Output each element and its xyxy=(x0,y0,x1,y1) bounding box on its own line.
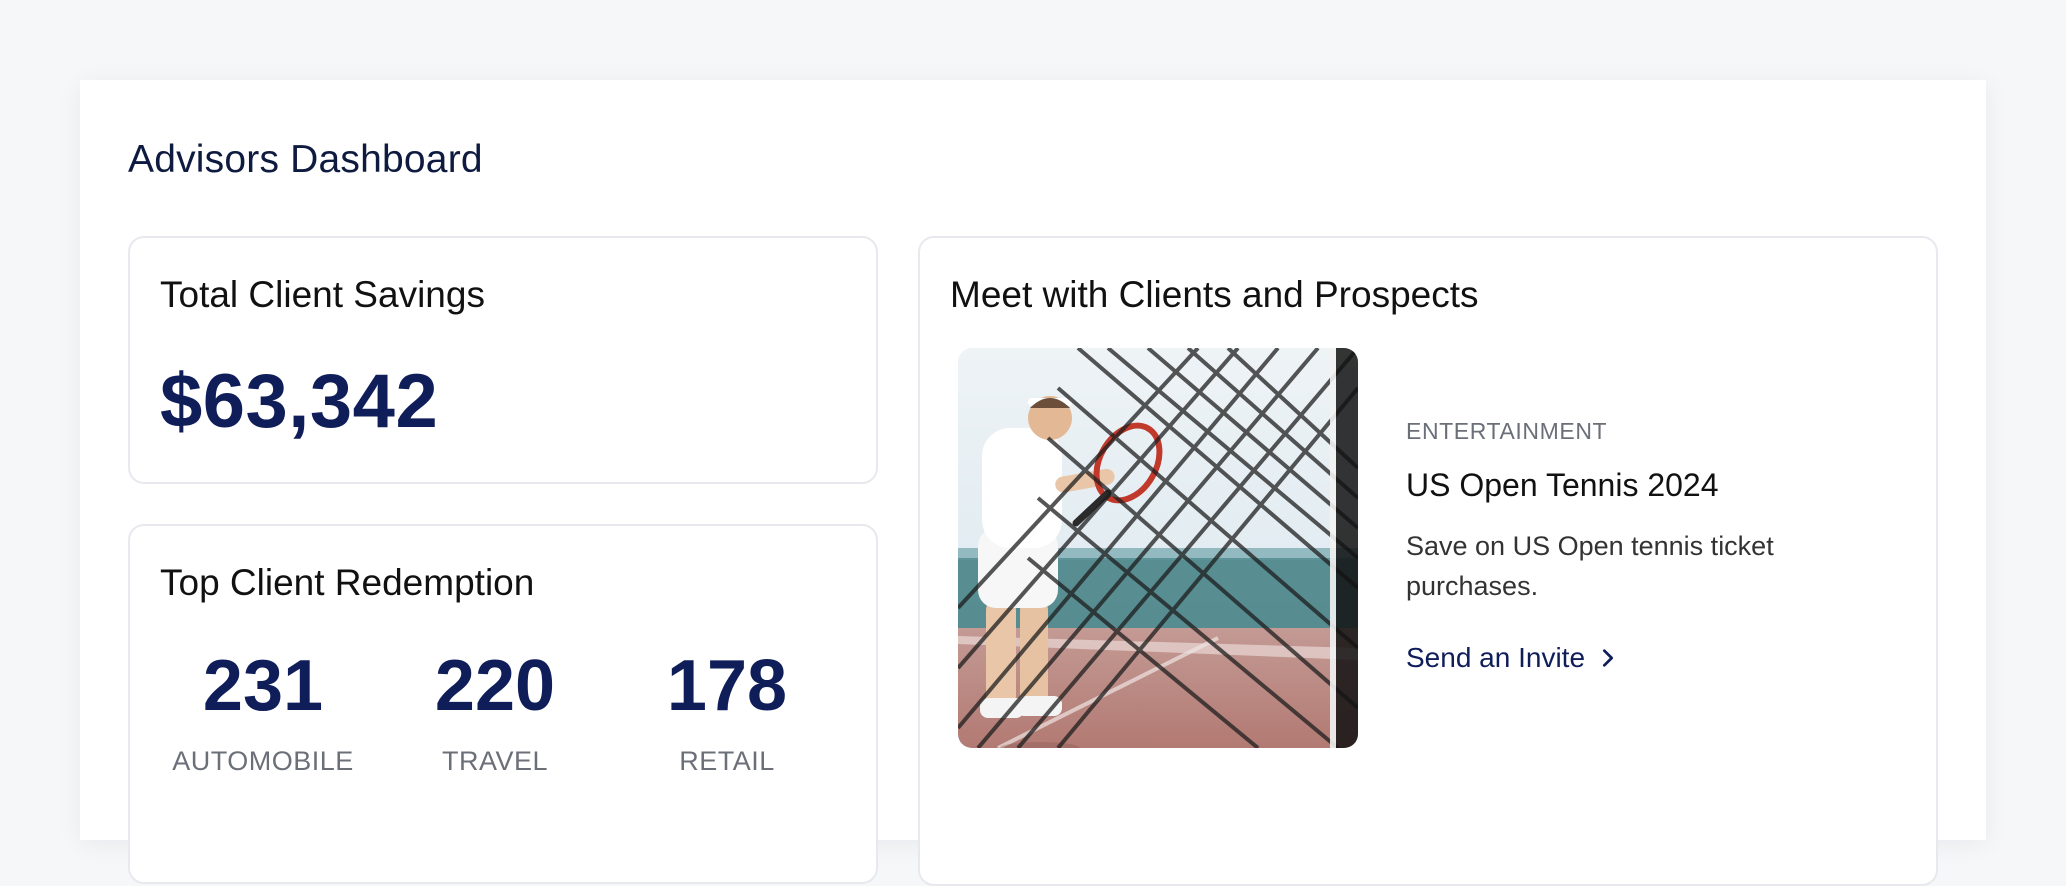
stat-travel: 220 TRAVEL xyxy=(385,646,605,777)
stat-retail: 178 RETAIL xyxy=(617,646,837,777)
stat-label: TRAVEL xyxy=(441,746,549,776)
redemption-stats: 231 AUTOMOBILE 220 TRAVEL 178 RETAIL xyxy=(130,646,876,786)
send-invite-link[interactable]: Send an Invite xyxy=(1406,642,1619,674)
savings-card-title: Total Client Savings xyxy=(160,274,485,315)
stat-value: 231 xyxy=(202,646,324,726)
top-redemption-card: Top Client Redemption 231 AUTOMOBILE 220… xyxy=(128,524,878,884)
total-savings-card: Total Client Savings $63,342 xyxy=(128,236,878,484)
send-invite-label: Send an Invite xyxy=(1406,642,1586,673)
event-details: ENTERTAINMENT US Open Tennis 2024 Save o… xyxy=(1406,418,1886,674)
event-description: Save on US Open tennis ticket purchases. xyxy=(1406,531,1774,601)
tennis-player-photo xyxy=(958,348,1358,748)
meet-card-title: Meet with Clients and Prospects xyxy=(950,274,1479,315)
stat-value: 220 xyxy=(434,646,556,726)
chevron-right-icon xyxy=(1602,649,1614,667)
stat-label: AUTOMOBILE xyxy=(172,746,354,776)
total-savings-amount: $63,342 xyxy=(160,359,439,444)
stat-value: 178 xyxy=(666,646,788,726)
stat-automobile: 231 AUTOMOBILE xyxy=(153,646,373,777)
event-title: US Open Tennis 2024 xyxy=(1406,467,1719,503)
meet-clients-card: Meet with Clients and Prospects ENTERTAI… xyxy=(918,236,1938,886)
stat-label: RETAIL xyxy=(679,746,775,776)
event-category: ENTERTAINMENT xyxy=(1406,418,1608,444)
dashboard-panel: Advisors Dashboard Total Client Savings … xyxy=(80,80,1986,886)
page-title: Advisors Dashboard xyxy=(128,138,483,181)
redemption-card-title: Top Client Redemption xyxy=(160,562,535,603)
